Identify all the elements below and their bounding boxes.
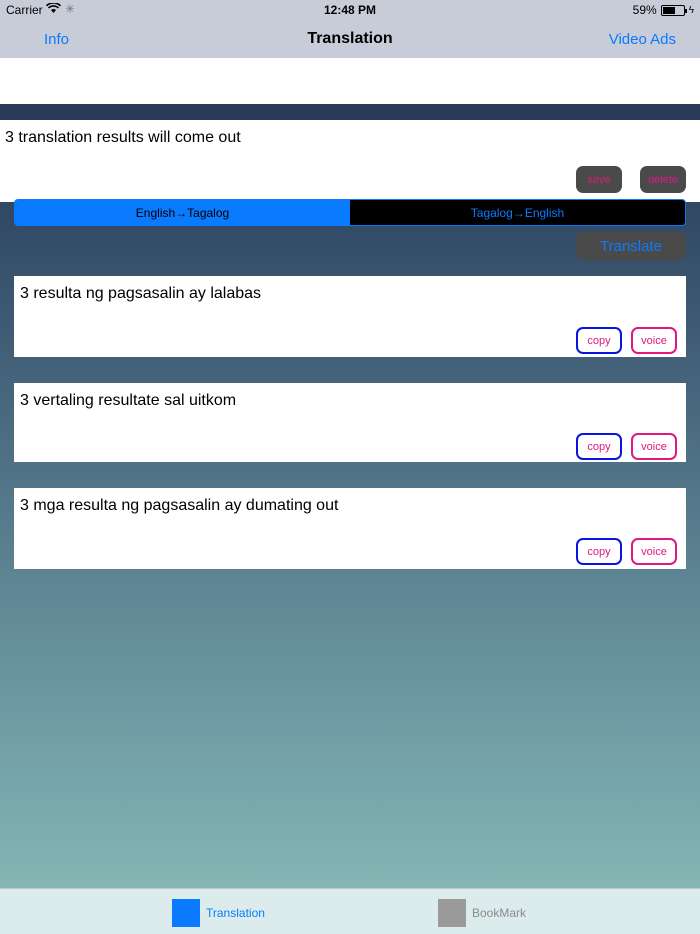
video-ads-button[interactable]: Video Ads bbox=[609, 31, 676, 48]
charging-bolt-icon: ϟ bbox=[688, 4, 694, 16]
segment-tagalog-to-english[interactable]: Tagalog→English bbox=[350, 200, 685, 225]
voice-button[interactable]: voice bbox=[631, 327, 677, 354]
ad-banner-area bbox=[0, 58, 700, 104]
page-title: Translation bbox=[307, 30, 393, 47]
result-text: 3 mga resulta ng pagsasalin ay dumating … bbox=[20, 497, 339, 514]
delete-button[interactable]: delete bbox=[640, 166, 686, 193]
status-time: 12:48 PM bbox=[323, 3, 377, 17]
tab-bookmark-label: BookMark bbox=[472, 906, 527, 920]
tab-bar: Translation BookMark bbox=[0, 888, 700, 934]
tab-translation-label: Translation bbox=[206, 906, 265, 920]
copy-button[interactable]: copy bbox=[576, 327, 622, 354]
voice-button[interactable]: voice bbox=[631, 433, 677, 460]
navigation-bar: Info Translation Video Ads bbox=[0, 20, 700, 58]
voice-button[interactable]: voice bbox=[631, 538, 677, 565]
result-card: 3 mga resulta ng pagsasalin ay dumating … bbox=[14, 488, 686, 569]
battery-icon bbox=[660, 4, 687, 16]
copy-button[interactable]: copy bbox=[576, 433, 622, 460]
segment-english-to-tagalog[interactable]: English→Tagalog bbox=[15, 200, 350, 225]
save-button[interactable]: save bbox=[576, 166, 622, 193]
battery-percent: 59% bbox=[632, 3, 657, 17]
tab-translation[interactable]: Translation bbox=[172, 899, 265, 927]
input-text: 3 translation results will come out bbox=[5, 129, 241, 146]
result-text: 3 resulta ng pagsasalin ay lalabas bbox=[20, 285, 262, 302]
tab-bookmark[interactable]: BookMark bbox=[438, 899, 526, 927]
status-bar: Carrier ✳ 12:48 PM 59% ϟ bbox=[0, 0, 700, 20]
result-text: 3 vertaling resultate sal uitkom bbox=[20, 392, 237, 409]
result-card: 3 vertaling resultate sal uitkom copy vo… bbox=[14, 383, 686, 462]
translation-tab-icon bbox=[172, 899, 200, 927]
battery-indicator: 59% ϟ bbox=[633, 3, 694, 17]
copy-button[interactable]: copy bbox=[576, 538, 622, 565]
bookmark-tab-icon bbox=[438, 899, 466, 927]
result-card: 3 resulta ng pagsasalin ay lalabas copy … bbox=[14, 276, 686, 357]
translate-button[interactable]: Translate bbox=[576, 232, 686, 260]
language-direction-segmented-control: English→Tagalog Tagalog→English bbox=[14, 199, 686, 226]
